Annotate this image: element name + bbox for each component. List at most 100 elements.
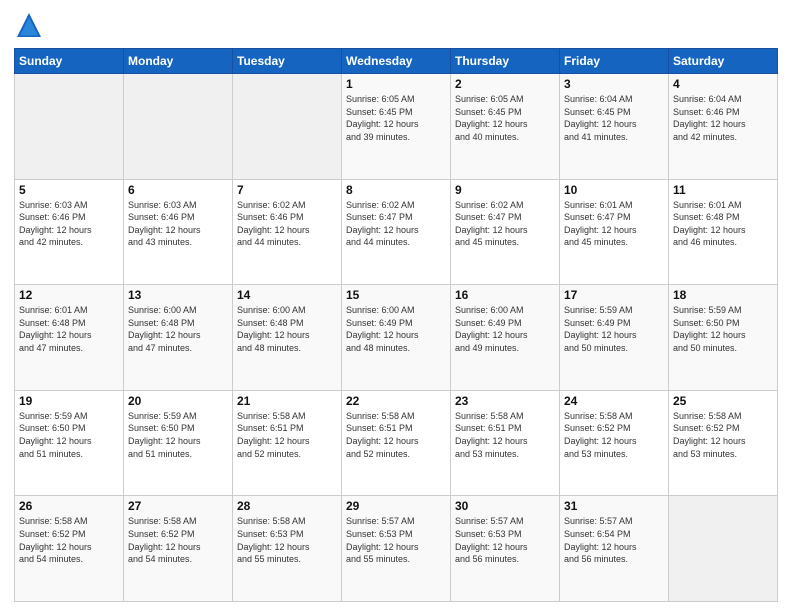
day-number: 4 [673,77,773,91]
calendar-cell [233,74,342,180]
day-number: 28 [237,499,337,513]
calendar-cell: 14 Sunrise: 6:00 AM Sunset: 6:48 PM Dayli… [233,285,342,391]
day-number: 27 [128,499,228,513]
day-number: 26 [19,499,119,513]
day-number: 19 [19,394,119,408]
calendar-week-1: 1 Sunrise: 6:05 AM Sunset: 6:45 PM Daylig… [15,74,778,180]
day-number: 12 [19,288,119,302]
weekday-header-sunday: Sunday [15,49,124,74]
day-info: Sunrise: 5:58 AM Sunset: 6:52 PM Dayligh… [673,410,773,460]
weekday-header-monday: Monday [124,49,233,74]
day-info: Sunrise: 6:00 AM Sunset: 6:48 PM Dayligh… [128,304,228,354]
day-info: Sunrise: 6:05 AM Sunset: 6:45 PM Dayligh… [346,93,446,143]
calendar-cell: 4 Sunrise: 6:04 AM Sunset: 6:46 PM Daylig… [669,74,778,180]
day-number: 29 [346,499,446,513]
day-info: Sunrise: 5:59 AM Sunset: 6:50 PM Dayligh… [673,304,773,354]
day-number: 10 [564,183,664,197]
calendar-week-4: 19 Sunrise: 5:59 AM Sunset: 6:50 PM Dayli… [15,390,778,496]
day-number: 17 [564,288,664,302]
calendar-header: SundayMondayTuesdayWednesdayThursdayFrid… [15,49,778,74]
day-info: Sunrise: 6:00 AM Sunset: 6:49 PM Dayligh… [455,304,555,354]
day-number: 24 [564,394,664,408]
logo-icon [14,10,44,40]
day-info: Sunrise: 5:58 AM Sunset: 6:51 PM Dayligh… [455,410,555,460]
calendar-cell: 25 Sunrise: 5:58 AM Sunset: 6:52 PM Dayli… [669,390,778,496]
calendar-cell: 27 Sunrise: 5:58 AM Sunset: 6:52 PM Dayli… [124,496,233,602]
day-number: 7 [237,183,337,197]
calendar-cell: 18 Sunrise: 5:59 AM Sunset: 6:50 PM Dayli… [669,285,778,391]
day-number: 23 [455,394,555,408]
calendar-cell: 21 Sunrise: 5:58 AM Sunset: 6:51 PM Dayli… [233,390,342,496]
calendar-cell [124,74,233,180]
calendar-cell: 31 Sunrise: 5:57 AM Sunset: 6:54 PM Dayli… [560,496,669,602]
day-number: 15 [346,288,446,302]
calendar-cell: 9 Sunrise: 6:02 AM Sunset: 6:47 PM Daylig… [451,179,560,285]
day-info: Sunrise: 5:59 AM Sunset: 6:49 PM Dayligh… [564,304,664,354]
calendar-week-5: 26 Sunrise: 5:58 AM Sunset: 6:52 PM Dayli… [15,496,778,602]
day-number: 2 [455,77,555,91]
calendar-cell: 10 Sunrise: 6:01 AM Sunset: 6:47 PM Dayli… [560,179,669,285]
calendar-cell: 3 Sunrise: 6:04 AM Sunset: 6:45 PM Daylig… [560,74,669,180]
weekday-header-saturday: Saturday [669,49,778,74]
calendar-cell [669,496,778,602]
page: SundayMondayTuesdayWednesdayThursdayFrid… [0,0,792,612]
weekday-header-friday: Friday [560,49,669,74]
calendar-cell: 20 Sunrise: 5:59 AM Sunset: 6:50 PM Dayli… [124,390,233,496]
calendar-cell: 11 Sunrise: 6:01 AM Sunset: 6:48 PM Dayli… [669,179,778,285]
day-number: 13 [128,288,228,302]
calendar-cell [15,74,124,180]
calendar-cell: 6Sunrise: 6:03 AM Sunset: 6:46 PM Daylig… [124,179,233,285]
weekday-header-wednesday: Wednesday [342,49,451,74]
day-number: 21 [237,394,337,408]
calendar-cell: 28 Sunrise: 5:58 AM Sunset: 6:53 PM Dayli… [233,496,342,602]
day-number: 16 [455,288,555,302]
day-number: 11 [673,183,773,197]
day-info: Sunrise: 5:57 AM Sunset: 6:54 PM Dayligh… [564,515,664,565]
day-number: 30 [455,499,555,513]
calendar-body: 1 Sunrise: 6:05 AM Sunset: 6:45 PM Daylig… [15,74,778,602]
day-number: 20 [128,394,228,408]
day-info: Sunrise: 6:04 AM Sunset: 6:46 PM Dayligh… [673,93,773,143]
logo [14,10,48,40]
day-number: 31 [564,499,664,513]
day-info: Sunrise: 6:01 AM Sunset: 6:47 PM Dayligh… [564,199,664,249]
day-info: Sunrise: 5:59 AM Sunset: 6:50 PM Dayligh… [19,410,119,460]
day-info: Sunrise: 6:05 AM Sunset: 6:45 PM Dayligh… [455,93,555,143]
calendar-cell: 1 Sunrise: 6:05 AM Sunset: 6:45 PM Daylig… [342,74,451,180]
calendar-cell: 8 Sunrise: 6:02 AM Sunset: 6:47 PM Daylig… [342,179,451,285]
day-number: 8 [346,183,446,197]
day-info: Sunrise: 5:58 AM Sunset: 6:53 PM Dayligh… [237,515,337,565]
day-info: Sunrise: 6:00 AM Sunset: 6:49 PM Dayligh… [346,304,446,354]
day-number: 18 [673,288,773,302]
day-info: Sunrise: 5:58 AM Sunset: 6:51 PM Dayligh… [237,410,337,460]
calendar-cell: 19 Sunrise: 5:59 AM Sunset: 6:50 PM Dayli… [15,390,124,496]
day-info: Sunrise: 6:02 AM Sunset: 6:47 PM Dayligh… [455,199,555,249]
day-info: Sunrise: 6:03 AM Sunset: 6:46 PM Dayligh… [19,199,119,249]
calendar-cell: 2 Sunrise: 6:05 AM Sunset: 6:45 PM Daylig… [451,74,560,180]
weekday-header-tuesday: Tuesday [233,49,342,74]
day-number: 9 [455,183,555,197]
day-number: 14 [237,288,337,302]
day-number: 6 [128,183,228,197]
day-number: 22 [346,394,446,408]
day-info: Sunrise: 6:02 AM Sunset: 6:47 PM Dayligh… [346,199,446,249]
day-number: 3 [564,77,664,91]
weekday-row: SundayMondayTuesdayWednesdayThursdayFrid… [15,49,778,74]
day-info: Sunrise: 6:00 AM Sunset: 6:48 PM Dayligh… [237,304,337,354]
day-info: Sunrise: 5:58 AM Sunset: 6:51 PM Dayligh… [346,410,446,460]
day-number: 25 [673,394,773,408]
day-info: Sunrise: 5:57 AM Sunset: 6:53 PM Dayligh… [455,515,555,565]
calendar-cell: 15 Sunrise: 6:00 AM Sunset: 6:49 PM Dayli… [342,285,451,391]
day-info: Sunrise: 5:59 AM Sunset: 6:50 PM Dayligh… [128,410,228,460]
calendar-cell: 24 Sunrise: 5:58 AM Sunset: 6:52 PM Dayli… [560,390,669,496]
day-info: Sunrise: 5:58 AM Sunset: 6:52 PM Dayligh… [564,410,664,460]
day-info: Sunrise: 6:01 AM Sunset: 6:48 PM Dayligh… [673,199,773,249]
day-info: Sunrise: 5:58 AM Sunset: 6:52 PM Dayligh… [128,515,228,565]
day-info: Sunrise: 6:01 AM Sunset: 6:48 PM Dayligh… [19,304,119,354]
calendar-cell: 12 Sunrise: 6:01 AM Sunset: 6:48 PM Dayli… [15,285,124,391]
day-info: Sunrise: 6:04 AM Sunset: 6:45 PM Dayligh… [564,93,664,143]
calendar-cell: 7Sunrise: 6:02 AM Sunset: 6:46 PM Daylig… [233,179,342,285]
calendar-cell: 17 Sunrise: 5:59 AM Sunset: 6:49 PM Dayli… [560,285,669,391]
day-number: 1 [346,77,446,91]
day-info: Sunrise: 5:57 AM Sunset: 6:53 PM Dayligh… [346,515,446,565]
